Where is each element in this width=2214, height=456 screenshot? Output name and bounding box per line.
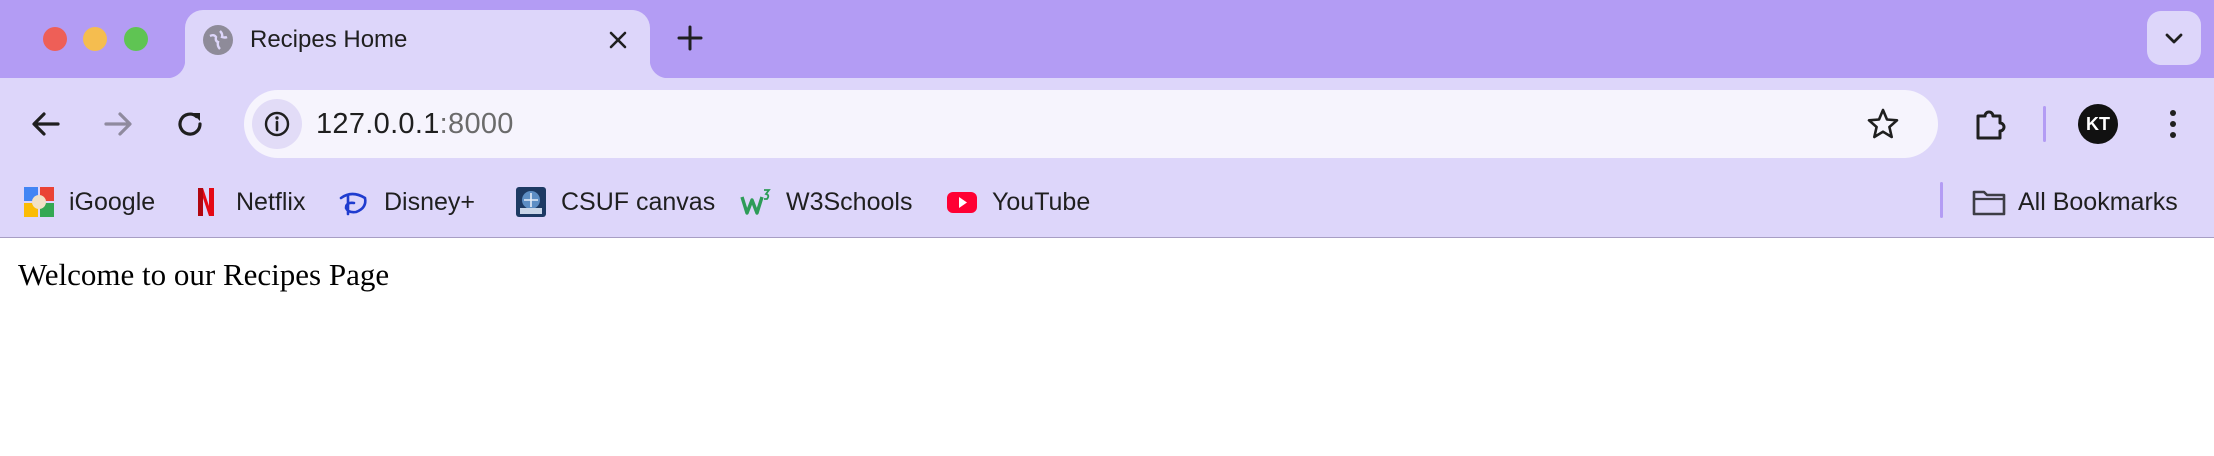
bookmark-label: iGoogle	[69, 187, 156, 216]
info-icon[interactable]	[252, 99, 302, 149]
bookmarks-bar: iGoogle Netflix Disney+ CSUF canvas W3Sc…	[0, 170, 2214, 238]
page-content: Welcome to our Recipes Page	[0, 239, 2214, 456]
csuf-icon	[515, 186, 547, 218]
url-text: 127.0.0.1:8000	[316, 107, 514, 141]
bookmark-label: YouTube	[992, 187, 1091, 216]
bookmark-label: Disney+	[384, 187, 476, 216]
bookmark-label: CSUF canvas	[561, 187, 716, 216]
bookmark-label: W3Schools	[786, 187, 913, 216]
toolbar-divider	[2043, 106, 2046, 142]
window-close-button[interactable]	[43, 27, 67, 51]
bookmark-igoogle[interactable]: iGoogle	[23, 182, 155, 222]
bookmark-w3schools[interactable]: W3Schools	[740, 182, 912, 222]
page-heading: Welcome to our Recipes Page	[18, 257, 390, 292]
globe-icon	[203, 25, 233, 55]
all-bookmarks-button[interactable]: All Bookmarks	[1972, 182, 2178, 222]
netflix-icon	[190, 186, 222, 218]
url-port: :8000	[439, 108, 514, 140]
w3schools-icon	[740, 186, 772, 218]
puzzle-icon[interactable]	[1970, 104, 2010, 144]
url-host: 127.0.0.1	[316, 108, 440, 140]
arrow-right-icon[interactable]	[100, 106, 136, 142]
bookmark-youtube[interactable]: YouTube	[946, 182, 1090, 222]
kebab-menu-icon[interactable]	[2153, 104, 2193, 144]
window-maximize-button[interactable]	[124, 27, 148, 51]
avatar[interactable]: KT	[2078, 104, 2118, 144]
browser-toolbar: 127.0.0.1:8000 KT	[0, 78, 2214, 170]
tab-title: Recipes Home	[250, 26, 408, 53]
tab-search-button[interactable]	[2147, 11, 2201, 65]
disney-icon	[338, 186, 370, 218]
close-icon[interactable]	[605, 27, 631, 53]
tab-recipes-home[interactable]: Recipes Home	[167, 10, 668, 78]
window-minimize-button[interactable]	[83, 27, 107, 51]
reload-icon[interactable]	[172, 106, 208, 142]
bookmark-disney[interactable]: Disney+	[338, 182, 475, 222]
star-icon[interactable]	[1865, 106, 1901, 142]
bookmark-label: All Bookmarks	[2018, 187, 2178, 216]
bookmark-label: Netflix	[236, 187, 306, 216]
igoogle-icon	[23, 186, 55, 218]
browser-titlebar: Recipes Home	[0, 0, 2214, 78]
plus-icon[interactable]	[676, 24, 704, 52]
youtube-icon	[946, 186, 978, 218]
bookmarks-divider	[1940, 182, 1943, 218]
folder-icon	[1972, 186, 2006, 218]
bookmark-csuf-canvas[interactable]: CSUF canvas	[515, 182, 715, 222]
address-bar[interactable]: 127.0.0.1:8000	[244, 90, 1938, 158]
bookmark-netflix[interactable]: Netflix	[190, 182, 305, 222]
arrow-left-icon[interactable]	[28, 106, 64, 142]
